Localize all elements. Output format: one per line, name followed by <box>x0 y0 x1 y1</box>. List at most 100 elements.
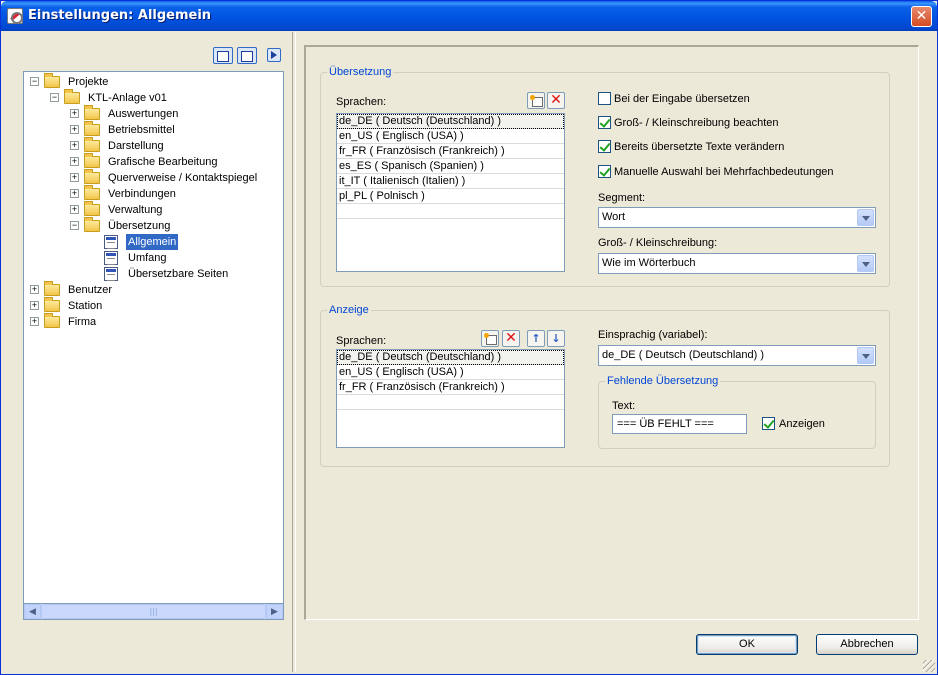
expand-icon[interactable]: + <box>70 173 79 182</box>
move-down-icon[interactable]: ↓ <box>547 330 565 347</box>
expand-icon[interactable]: + <box>30 285 39 294</box>
case-label: Groß- / Kleinschreibung: <box>598 237 718 249</box>
option-label[interactable]: Bereits übersetzte Texte verändern <box>614 141 784 153</box>
missing-text-input[interactable]: === ÜB FEHLT === <box>612 414 747 434</box>
folder-icon <box>44 281 60 296</box>
expand-icon[interactable]: + <box>70 189 79 198</box>
list-item[interactable]: it_IT ( Italienisch (Italien) ) <box>337 174 564 189</box>
delete-display-language-icon[interactable]: ✕ <box>502 330 520 347</box>
option-checkbox[interactable] <box>598 116 611 129</box>
expand-all-icon[interactable] <box>213 47 233 64</box>
tree-item-label: Auswertungen <box>108 108 179 120</box>
folder-icon <box>84 185 100 200</box>
folder-icon <box>84 153 100 168</box>
collapse-icon[interactable]: − <box>50 93 59 102</box>
cancel-button[interactable]: Abbrechen <box>816 634 918 655</box>
case-select[interactable]: Wie im Wörterbuch <box>598 253 876 274</box>
settings-tree[interactable]: − Projekte − KTL-Anlage v01 + Auswertungen + Be… <box>23 71 284 620</box>
expand-icon[interactable]: + <box>70 109 79 118</box>
translation-languages-list[interactable]: de_DE ( Deutsch (Deutschland) ) en_US ( E… <box>336 113 565 272</box>
chevron-down-icon[interactable] <box>857 347 874 364</box>
monolingual-label: Einsprachig (variabel): <box>598 329 708 341</box>
delete-language-icon[interactable]: ✕ <box>547 92 565 109</box>
display-languages-list[interactable]: de_DE ( Deutsch (Deutschland) ) en_US ( E… <box>336 349 565 448</box>
case-value: Wie im Wörterbuch <box>602 257 696 269</box>
scroll-right-icon[interactable]: ▶ <box>266 604 283 619</box>
resize-grip-icon[interactable] <box>923 660 935 672</box>
display-languages-label: Sprachen: <box>336 335 387 347</box>
move-up-icon[interactable]: ↑ <box>527 330 545 347</box>
folder-icon <box>84 137 100 152</box>
list-item[interactable]: de_DE ( Deutsch (Deutschland) ) <box>337 350 564 365</box>
tree-item-label: Betriebsmittel <box>108 124 175 136</box>
chevron-down-icon[interactable] <box>857 209 874 226</box>
list-item[interactable]: en_US ( Englisch (USA) ) <box>337 129 564 144</box>
add-display-language-icon[interactable] <box>481 330 499 347</box>
missing-text-label: Text: <box>612 400 636 412</box>
missing-translation-group: Fehlende Übersetzung Text: === ÜB FEHLT … <box>598 375 876 449</box>
list-item-empty[interactable] <box>337 204 564 219</box>
tree-item-label: Grafische Bearbeitung <box>108 156 218 168</box>
go-icon[interactable] <box>267 48 281 62</box>
tree-item-label: Allgemein <box>126 234 179 250</box>
settings-page-icon <box>104 267 118 281</box>
display-group-title: Anzeige <box>327 304 371 316</box>
expand-icon[interactable]: + <box>70 157 79 166</box>
tree-item-label: Projekte <box>68 76 109 88</box>
tree-item-label: Querverweise / Kontaktspiegel <box>108 172 258 184</box>
expand-icon[interactable]: + <box>70 141 79 150</box>
tree-item-label: Verbindungen <box>108 188 176 200</box>
title-bar[interactable]: Einstellungen: Allgemein ✕ <box>1 1 937 31</box>
option-checkbox[interactable] <box>598 140 611 153</box>
translation-group: Übersetzung Sprachen: ✕ de_DE ( Deutsch … <box>320 66 890 287</box>
option-label[interactable]: Bei der Eingabe übersetzen <box>614 93 750 105</box>
panel-splitter[interactable] <box>292 32 296 672</box>
chevron-down-icon[interactable] <box>857 255 874 272</box>
settings-page-icon <box>104 235 118 249</box>
segment-select[interactable]: Wort <box>598 207 876 228</box>
expand-icon[interactable]: + <box>30 317 39 326</box>
scroll-left-icon[interactable]: ◀ <box>24 604 41 619</box>
close-button[interactable]: ✕ <box>911 6 932 27</box>
list-item[interactable]: fr_FR ( Französisch (Frankreich) ) <box>337 144 564 159</box>
option-checkbox[interactable] <box>598 92 611 105</box>
show-missing-label[interactable]: Anzeigen <box>779 418 825 430</box>
settings-app-icon <box>7 8 23 24</box>
folder-icon <box>84 105 100 120</box>
scroll-thumb[interactable]: ||| <box>41 604 266 619</box>
list-item[interactable]: fr_FR ( Französisch (Frankreich) ) <box>337 380 564 395</box>
folder-icon <box>84 169 100 184</box>
option-label[interactable]: Groß- / Kleinschreibung beachten <box>614 117 778 129</box>
list-item-empty[interactable] <box>337 395 564 410</box>
monolingual-value: de_DE ( Deutsch (Deutschland) ) <box>602 349 765 361</box>
collapse-all-icon[interactable] <box>237 47 257 64</box>
collapse-icon[interactable]: − <box>70 221 79 230</box>
list-item[interactable]: pl_PL ( Polnisch ) <box>337 189 564 204</box>
tree-horizontal-scrollbar[interactable]: ◀ ||| ▶ <box>23 603 284 620</box>
collapse-icon[interactable]: − <box>30 77 39 86</box>
window-title: Einstellungen: Allgemein <box>28 8 212 23</box>
show-missing-checkbox[interactable] <box>762 417 775 430</box>
list-item[interactable]: de_DE ( Deutsch (Deutschland) ) <box>337 114 564 129</box>
folder-icon <box>84 217 100 232</box>
folder-icon <box>84 121 100 136</box>
monolingual-select[interactable]: de_DE ( Deutsch (Deutschland) ) <box>598 345 876 366</box>
expand-icon[interactable]: + <box>70 205 79 214</box>
tree-item-label: Übersetzbare Seiten <box>128 268 229 280</box>
list-item[interactable]: en_US ( Englisch (USA) ) <box>337 365 564 380</box>
display-group: Anzeige Sprachen: ✕ ↑ ↓ de_DE ( Deutsch … <box>320 304 890 467</box>
list-item[interactable]: es_ES ( Spanisch (Spanien) ) <box>337 159 564 174</box>
ok-button[interactable]: OK <box>696 634 798 655</box>
expand-icon[interactable]: + <box>70 125 79 134</box>
tree-item-label: KTL-Anlage v01 <box>88 92 167 104</box>
segment-value: Wort <box>602 211 626 223</box>
option-label[interactable]: Manuelle Auswahl bei Mehrfachbedeutungen <box>614 166 834 178</box>
tree-item-label: Umfang <box>128 252 167 264</box>
folder-icon <box>44 297 60 312</box>
folder-icon <box>64 89 80 104</box>
translation-languages-label: Sprachen: <box>336 96 387 108</box>
expand-icon[interactable]: + <box>30 301 39 310</box>
tree-item-label: Firma <box>68 316 97 328</box>
option-checkbox[interactable] <box>598 165 611 178</box>
add-language-icon[interactable] <box>527 92 545 109</box>
